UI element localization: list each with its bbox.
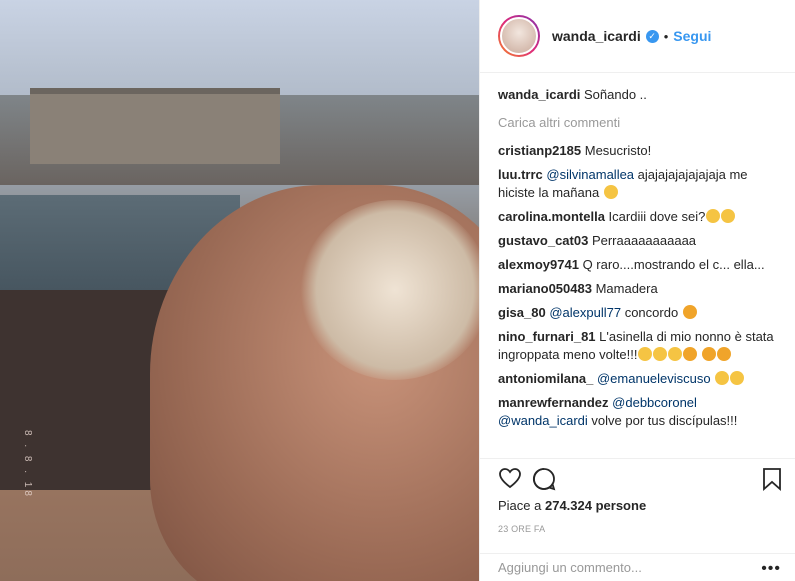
comment-item: gisa_80 @alexpull77 concordo (498, 304, 782, 322)
comment-item: cristianp2185 Mesucristo! (498, 142, 782, 160)
header-separator: • (663, 28, 669, 44)
comment-user[interactable]: antoniomilana_ (498, 371, 593, 386)
comment-item: manrewfernandez @debbcoronel @wanda_icar… (498, 394, 782, 430)
comment-mention[interactable]: @silvinamallea (546, 167, 634, 182)
grin-emoji-icon (653, 347, 668, 361)
tongue-emoji-icon (702, 347, 717, 361)
tongue-emoji-icon (683, 347, 698, 361)
likes-number: 274.324 (544, 498, 592, 513)
post-photo[interactable]: 8 . 8 . 18 (0, 0, 479, 581)
thinking-emoji-icon (706, 209, 721, 223)
likes-prefix: Piace a (498, 498, 545, 513)
comment-item: alexmoy9741 Q raro....mostrando el c... … (498, 256, 782, 274)
comment-user[interactable]: carolina.montella (498, 209, 605, 224)
comment-text: Perraaaaaaaaaaa (591, 233, 697, 248)
smile-emoji-icon (715, 371, 730, 385)
thinking-emoji-icon (721, 209, 736, 223)
comment-user[interactable]: alexmoy9741 (498, 257, 579, 272)
action-bar (480, 458, 795, 499)
comment-item: nino_furnari_81 L'asinella di mio nonno … (498, 328, 782, 364)
comment-item: gustavo_cat03 Perraaaaaaaaaaa (498, 232, 782, 250)
more-options-icon[interactable]: ••• (761, 560, 781, 578)
comment-mention[interactable]: @emanueleviscuso (597, 371, 711, 386)
follow-button[interactable]: Segui (673, 28, 711, 44)
comment-mention[interactable]: @debbcoronel (612, 395, 697, 410)
bookmark-icon[interactable] (762, 467, 782, 496)
comment-item: carolina.montella Icardiii dove sei? (498, 208, 782, 226)
comment-text: concordo (621, 305, 679, 320)
likes-count[interactable]: Piace a 274.324 persone (498, 498, 646, 513)
avatar-image (500, 17, 538, 55)
comment-user[interactable]: gisa_80 (498, 305, 546, 320)
caption: wanda_icardi Soñando .. (498, 86, 782, 104)
comment-text: volve por tus discípulas!!! (587, 413, 738, 428)
comment-user[interactable]: manrewfernandez (498, 395, 609, 410)
post-time[interactable]: 23 ORE FA (498, 524, 545, 534)
verified-badge-icon: ✓ (645, 29, 659, 43)
instagram-post: 8 . 8 . 18 wanda_icardi ✓ • Segui wanda_… (0, 0, 795, 581)
heart-icon[interactable] (498, 467, 522, 494)
load-more-comments-button[interactable]: Carica altri commenti (498, 114, 782, 132)
laughing-emoji-icon (603, 185, 618, 199)
grin-emoji-icon (638, 347, 653, 361)
comment-mention[interactable]: @alexpull77 (549, 305, 621, 320)
comment-user[interactable]: mariano050483 (498, 281, 592, 296)
comment-item: antoniomilana_ @emanueleviscuso (498, 370, 782, 388)
comment-text: Mamadera (595, 281, 658, 296)
comments-list[interactable]: wanda_icardi Soñando .. Carica altri com… (498, 86, 782, 458)
tongue-emoji-icon (717, 347, 732, 361)
angry-emoji-icon (682, 305, 697, 319)
photo-stadium (30, 88, 280, 164)
likes-suffix: persone (591, 498, 647, 513)
comment-mention[interactable]: @wanda_icardi (498, 413, 588, 428)
caption-text: Soñando .. (584, 87, 647, 102)
comment-user[interactable]: luu.trrc (498, 167, 543, 182)
photo-timestamp: 8 . 8 . 18 (22, 430, 33, 499)
comment-user[interactable]: nino_furnari_81 (498, 329, 596, 344)
post-sidebar: wanda_icardi ✓ • Segui wanda_icardi Soña… (479, 0, 795, 581)
comment-user[interactable]: gustavo_cat03 (498, 233, 588, 248)
comment-item: mariano050483 Mamadera (498, 280, 782, 298)
grin-emoji-icon (668, 347, 683, 361)
comment-item: luu.trrc @silvinamallea ajajajajajajajaj… (498, 166, 782, 202)
add-comment-input[interactable]: Aggiungi un commento... (480, 553, 795, 581)
caption-user[interactable]: wanda_icardi (498, 87, 580, 102)
comment-text: Mesucristo! (584, 143, 652, 158)
post-header: wanda_icardi ✓ • Segui (480, 0, 795, 73)
avatar[interactable] (498, 15, 540, 57)
comment-text: Q raro....mostrando el c... ella... (582, 257, 765, 272)
comment-text: Icardiii dove sei? (608, 209, 706, 224)
header-username[interactable]: wanda_icardi (552, 28, 641, 44)
comment-icon[interactable] (532, 467, 556, 496)
comment-user[interactable]: cristianp2185 (498, 143, 581, 158)
photo-hair (300, 200, 479, 380)
smile-emoji-icon (730, 371, 745, 385)
